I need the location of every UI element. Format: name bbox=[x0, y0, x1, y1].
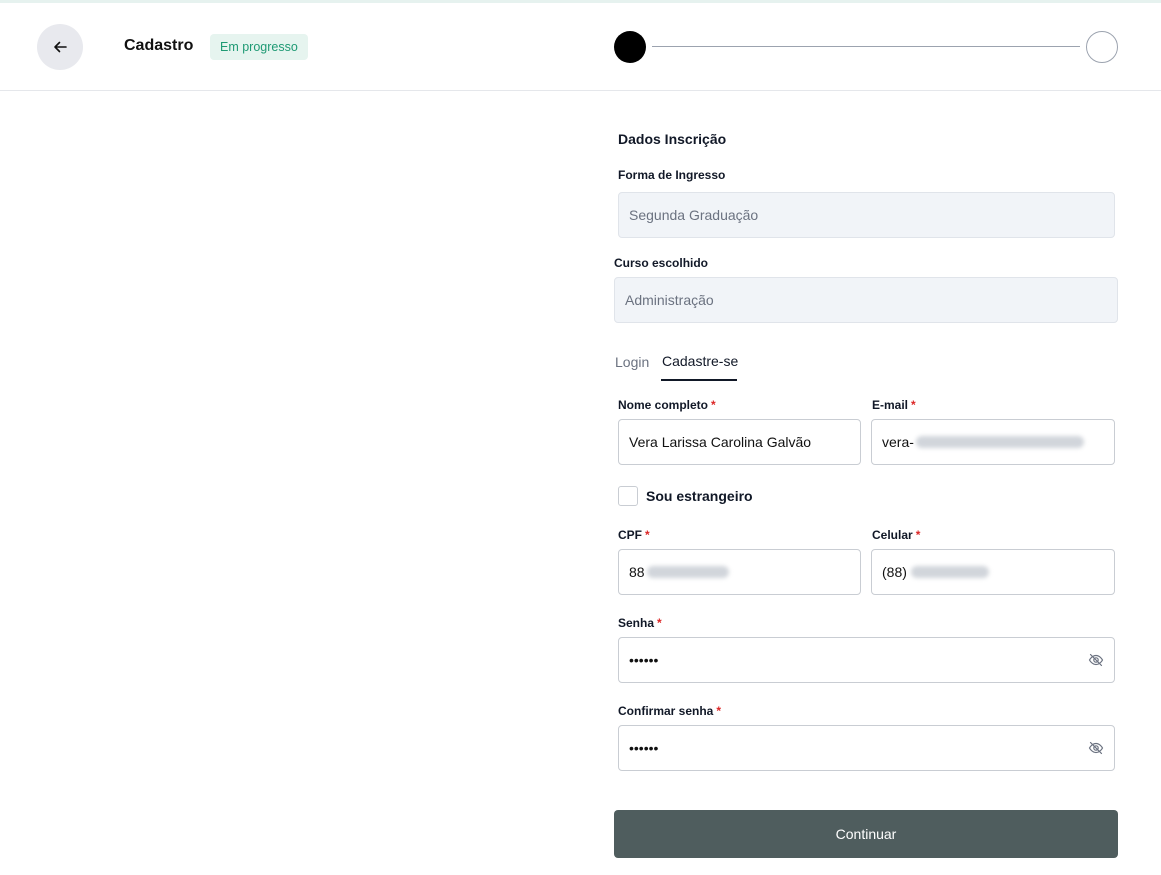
celular-input[interactable]: (88) bbox=[871, 549, 1115, 595]
status-badge: Em progresso bbox=[210, 34, 308, 60]
cpf-input[interactable]: 88 bbox=[618, 549, 861, 595]
confirmar-label-text: Confirmar senha bbox=[618, 704, 714, 718]
curso-value: Administração bbox=[625, 292, 714, 308]
senha-label-text: Senha bbox=[618, 616, 655, 630]
step-indicator-pending bbox=[1086, 31, 1118, 63]
estrangeiro-checkbox[interactable] bbox=[618, 486, 638, 506]
nome-input[interactable]: Vera Larissa Carolina Galvão bbox=[618, 419, 861, 465]
section-title: Dados Inscrição bbox=[618, 131, 727, 147]
cpf-value: 88 bbox=[629, 564, 645, 580]
redacted-text bbox=[915, 436, 1084, 448]
curso-field: Administração bbox=[614, 277, 1118, 323]
confirmar-senha-input[interactable]: •••••• bbox=[618, 725, 1115, 771]
required-mark: * bbox=[657, 616, 662, 630]
required-mark: * bbox=[915, 528, 921, 542]
active-tab-indicator bbox=[661, 379, 737, 381]
redacted-text bbox=[646, 566, 729, 578]
required-mark: * bbox=[711, 398, 716, 412]
header: Cadastro Em progresso bbox=[0, 3, 1161, 91]
redacted-text bbox=[910, 566, 989, 578]
senha-label: Senha * bbox=[618, 616, 662, 630]
continue-button[interactable]: Continuar bbox=[614, 810, 1118, 858]
cpf-label-text: CPF bbox=[618, 528, 642, 542]
step-connector bbox=[652, 46, 1080, 47]
ingresso-field: Segunda Graduação bbox=[618, 192, 1115, 238]
tab-cadastre-se[interactable]: Cadastre-se bbox=[662, 353, 738, 369]
confirmar-label: Confirmar senha * bbox=[618, 704, 721, 718]
nome-label-text: Nome completo bbox=[618, 398, 709, 412]
celular-label: Celular * bbox=[872, 528, 920, 542]
back-button[interactable] bbox=[37, 24, 83, 70]
page-title: Cadastro bbox=[124, 37, 194, 54]
nome-label: Nome completo * bbox=[618, 398, 716, 412]
eye-off-icon[interactable] bbox=[1088, 740, 1104, 756]
required-mark: * bbox=[911, 398, 916, 412]
ingresso-label: Forma de Ingresso bbox=[618, 168, 726, 182]
eye-off-icon[interactable] bbox=[1088, 652, 1104, 668]
step-indicator-completed bbox=[614, 31, 646, 63]
confirmar-value: •••••• bbox=[629, 740, 659, 756]
senha-input[interactable]: •••••• bbox=[618, 637, 1115, 683]
required-mark: * bbox=[645, 528, 650, 542]
email-label-text: E-mail bbox=[872, 398, 909, 412]
email-label: E-mail * bbox=[872, 398, 916, 412]
estrangeiro-label[interactable]: Sou estrangeiro bbox=[646, 488, 753, 504]
nome-value: Vera Larissa Carolina Galvão bbox=[629, 434, 812, 450]
curso-label: Curso escolhido bbox=[614, 256, 709, 270]
senha-value: •••••• bbox=[629, 652, 659, 668]
email-input[interactable]: vera- bbox=[871, 419, 1115, 465]
email-value: vera- bbox=[882, 434, 914, 450]
tab-login[interactable]: Login bbox=[615, 354, 649, 370]
cpf-label: CPF * bbox=[618, 528, 650, 542]
arrow-left-icon bbox=[54, 41, 67, 53]
ingresso-value: Segunda Graduação bbox=[629, 207, 759, 223]
celular-label-text: Celular bbox=[872, 528, 913, 542]
required-mark: * bbox=[716, 704, 722, 718]
celular-value: (88) bbox=[882, 564, 907, 580]
